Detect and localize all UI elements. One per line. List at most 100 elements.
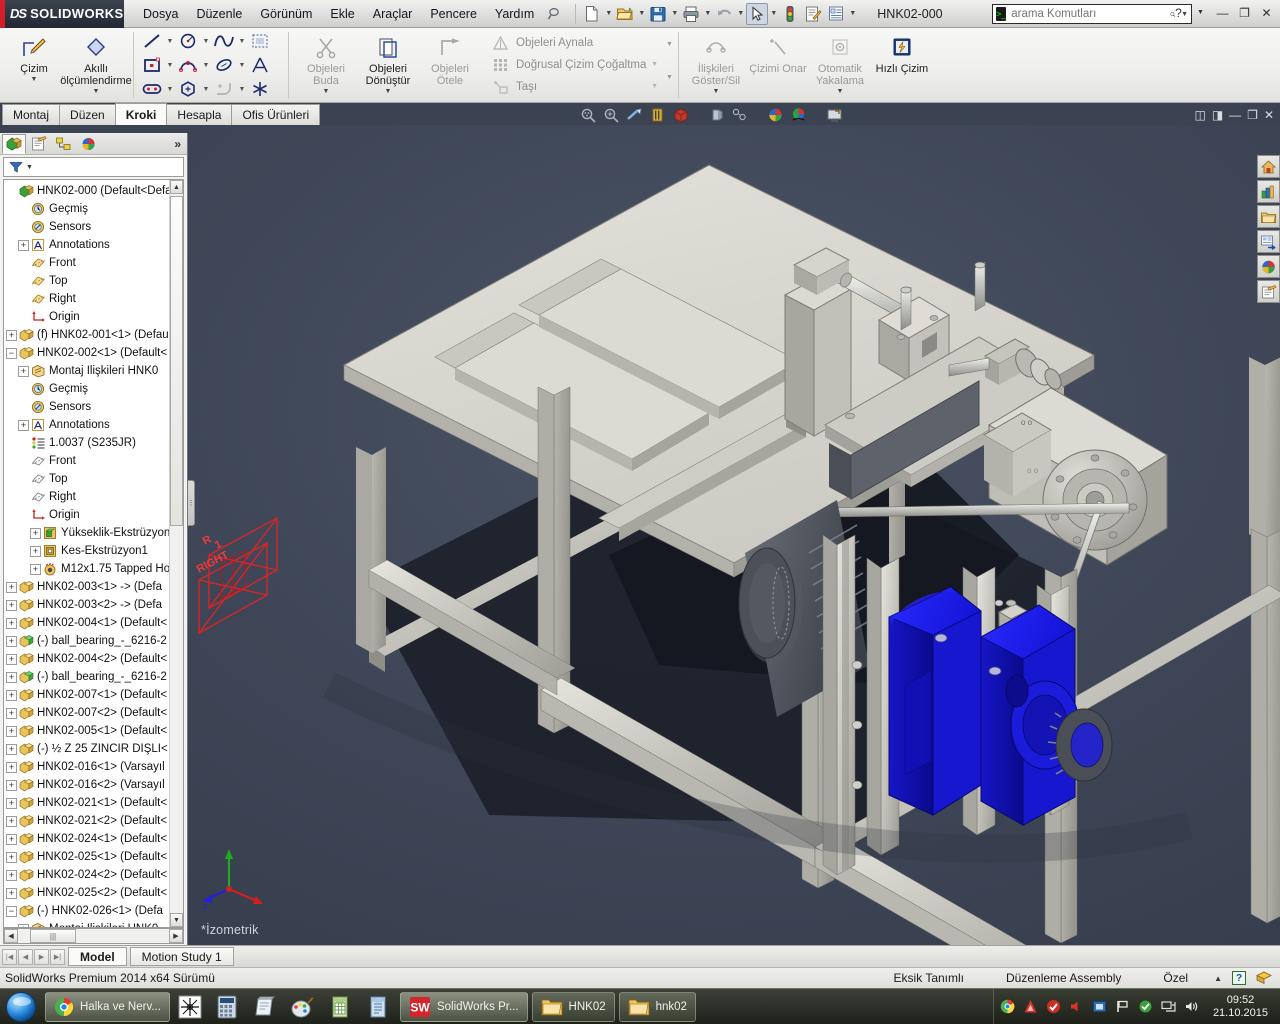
custom-properties-icon[interactable] — [1257, 280, 1280, 303]
polygon-caret[interactable]: ▼ — [201, 86, 211, 93]
status-caret-icon[interactable]: ▲ — [1214, 974, 1222, 983]
chrome-tray-icon[interactable] — [1000, 999, 1016, 1015]
command-search-box[interactable]: >_ ▼ — [992, 4, 1192, 24]
taskbar-folder-hnk02-lower-button[interactable]: hnk02 — [618, 991, 696, 1022]
tree-expand-icon[interactable]: + — [6, 815, 17, 827]
graphics-close-icon[interactable]: ✕ — [1264, 108, 1274, 122]
feature-tree-item[interactable]: Geçmiş — [4, 380, 169, 398]
tree-expand-icon[interactable]: + — [6, 599, 17, 611]
scroll-thumb[interactable] — [170, 196, 183, 526]
tree-expand-icon[interactable]: + — [6, 707, 17, 719]
tree-expand-icon[interactable]: + — [6, 617, 17, 629]
rebuild-status-icon[interactable] — [779, 3, 801, 25]
rapid-sketch-button[interactable]: Hızlı Çizim — [871, 30, 933, 100]
tab-ofis-urunleri[interactable]: Ofis Ürünleri — [231, 104, 321, 125]
trim-entities-button[interactable]: Objeleri Buda ▼ — [295, 30, 357, 100]
screen-capture-icon[interactable] — [824, 106, 844, 125]
feature-tree-item[interactable]: Origin — [4, 506, 169, 524]
tree-expand-icon[interactable]: + — [18, 419, 29, 431]
feature-tree-item[interactable]: Sensors — [4, 218, 169, 236]
feature-tree-item[interactable]: + HNK02-003<2> -> (Defa — [4, 596, 169, 614]
feature-tree-item[interactable]: − HNK02-002<1> (Default< — [4, 344, 169, 362]
trim-entities-dropdown[interactable]: ▼ — [323, 88, 330, 95]
tree-expand-icon[interactable]: + — [6, 329, 17, 341]
restore-right-icon[interactable]: ◨ — [1212, 108, 1223, 122]
point-tool[interactable] — [247, 78, 283, 100]
display-manager-icon[interactable] — [77, 134, 101, 154]
volume-mute-icon[interactable] — [1069, 999, 1085, 1015]
tree-expand-icon[interactable]: + — [6, 581, 17, 593]
menu-item-dosya[interactable]: Dosya — [134, 2, 187, 26]
feature-tree-item[interactable]: + (-) ball_bearing_-_6216-2 — [4, 668, 169, 686]
rectangle-tool[interactable]: ▼ — [139, 54, 175, 76]
pin-menu-icon[interactable] — [543, 3, 565, 25]
tab-kroki[interactable]: Kroki — [114, 103, 168, 125]
rectangle-icon[interactable] — [139, 54, 165, 76]
minimize-button[interactable]: — — [1213, 3, 1232, 22]
feature-tree-item[interactable]: + HNK02-004<2> (Default< — [4, 650, 169, 668]
convert-entities-dropdown[interactable]: ▼ — [385, 88, 392, 95]
view-settings-icon[interactable] — [788, 106, 808, 125]
feature-tree-item[interactable]: + HNK02-004<1> (Default< — [4, 614, 169, 632]
tree-expand-icon[interactable]: + — [30, 563, 41, 575]
taskbar-crosshair-app-button[interactable] — [172, 992, 208, 1022]
display-delete-relations-dropdown[interactable]: ▼ — [712, 88, 719, 95]
open-document-caret[interactable]: ▼ — [637, 3, 646, 25]
network-tray-icon[interactable] — [1161, 999, 1177, 1015]
sketch-button[interactable]: Çizim ▼ — [3, 30, 65, 100]
feature-tree-item[interactable]: Top — [4, 470, 169, 488]
display-tray-icon[interactable] — [1092, 999, 1108, 1015]
tree-expand-icon[interactable]: + — [6, 743, 17, 755]
filter-caret-icon[interactable]: ▼ — [26, 164, 33, 171]
pattern-caret-1[interactable]: ▼ — [666, 41, 673, 48]
tree-expand-icon[interactable]: + — [18, 365, 29, 377]
restore-left-icon[interactable]: ◫ — [1194, 108, 1205, 122]
menu-item-duzenle[interactable]: Düzenle — [187, 2, 251, 26]
feature-tree-item[interactable]: Origin — [4, 308, 169, 326]
feature-tree-item[interactable]: + HNK02-016<1> (Varsayıl — [4, 758, 169, 776]
spline-caret[interactable]: ▼ — [237, 38, 247, 45]
select-tool-icon[interactable] — [746, 2, 769, 25]
taskbar-paint-button[interactable] — [284, 992, 320, 1022]
document-properties-caret[interactable]: ▼ — [848, 3, 857, 25]
menu-item-pencere[interactable]: Pencere — [421, 2, 486, 26]
text-icon[interactable] — [247, 54, 273, 76]
polygon-icon[interactable] — [175, 78, 201, 100]
file-explorer-icon[interactable] — [1257, 205, 1280, 228]
tree-expand-icon[interactable]: + — [6, 887, 17, 899]
slot-tool[interactable]: ▼ — [139, 78, 175, 100]
mirror-entities-row[interactable]: Objeleri Aynala — [486, 32, 662, 53]
tree-collapse-icon[interactable]: − — [6, 905, 17, 917]
taskbar-notepad-button[interactable] — [246, 992, 282, 1022]
feature-tree-item[interactable]: Front — [4, 254, 169, 272]
hscroll-right-button[interactable]: ▶ — [169, 929, 183, 943]
smart-dimension-dropdown[interactable]: ▼ — [93, 88, 100, 95]
tree-expand-icon[interactable]: + — [18, 923, 29, 927]
antivirus-tray-icon[interactable] — [1046, 999, 1062, 1015]
feature-tree-item[interactable]: Sensors — [4, 398, 169, 416]
undo-caret[interactable]: ▼ — [736, 3, 745, 25]
tab-montaj[interactable]: Montaj — [2, 104, 61, 125]
arc-icon[interactable] — [175, 54, 201, 76]
feature-tree[interactable]: HNK02-000 (Default<Defaul Geçmiş Sensors + A… — [3, 179, 184, 928]
tree-expand-icon[interactable]: + — [6, 779, 17, 791]
menu-item-ekle[interactable]: Ekle — [321, 2, 363, 26]
sketch-fillet-area-icon[interactable] — [247, 30, 273, 52]
document-properties-icon[interactable] — [825, 3, 847, 25]
circle-icon[interactable] — [175, 30, 201, 52]
save-caret[interactable]: ▼ — [670, 3, 679, 25]
scroll-down-button[interactable]: ▼ — [170, 913, 183, 927]
flag-tray-icon[interactable] — [1115, 999, 1131, 1015]
feature-tree-item[interactable]: Geçmiş — [4, 200, 169, 218]
tree-expand-icon[interactable]: + — [6, 833, 17, 845]
text-tool[interactable] — [247, 54, 283, 76]
tree-collapse-icon[interactable]: − — [6, 347, 17, 359]
ellipse-tool[interactable]: ▼ — [211, 54, 247, 76]
feature-tree-item[interactable]: + HNK02-016<2> (Varsayıl — [4, 776, 169, 794]
quick-snaps-button[interactable]: Otomatik Yakalama ▼ — [809, 30, 871, 100]
tree-expand-icon[interactable]: + — [6, 797, 17, 809]
tree-expand-icon[interactable]: + — [6, 689, 17, 701]
tree-expand-icon[interactable]: + — [30, 545, 41, 557]
ellipse-icon[interactable] — [211, 54, 237, 76]
print-caret[interactable]: ▼ — [703, 3, 712, 25]
